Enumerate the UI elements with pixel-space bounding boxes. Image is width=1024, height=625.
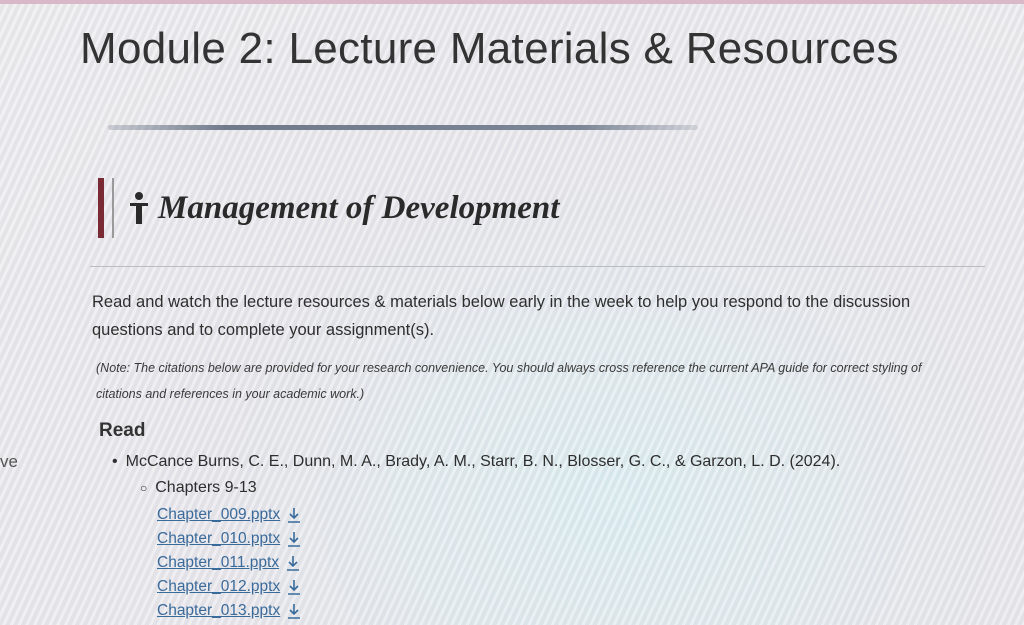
chapters-label: Chapters 9-13 — [155, 479, 257, 496]
file-list: Chapter_009.pptx Chapter_010.pptx Chapte… — [157, 503, 301, 623]
file-row: Chapter_011.pptx — [157, 551, 301, 575]
download-icon[interactable] — [287, 507, 301, 523]
section-header: Management of Development — [98, 178, 559, 238]
chapter-013-link[interactable]: Chapter_013.pptx — [157, 602, 280, 620]
chapter-009-link[interactable]: Chapter_009.pptx — [157, 506, 280, 524]
section-accent-bar — [98, 178, 114, 238]
title-divider — [108, 125, 698, 130]
clipped-sidebar-text: ve — [0, 452, 18, 471]
chapter-011-link[interactable]: Chapter_011.pptx — [157, 554, 279, 572]
file-row: Chapter_010.pptx — [157, 527, 301, 551]
download-icon[interactable] — [287, 603, 301, 619]
chapter-012-link[interactable]: Chapter_012.pptx — [157, 578, 280, 596]
page-title: Module 2: Lecture Materials & Resources — [80, 24, 899, 73]
file-row: Chapter_013.pptx — [157, 599, 301, 623]
download-icon[interactable] — [287, 531, 301, 547]
person-icon — [130, 192, 148, 224]
download-icon[interactable] — [287, 579, 301, 595]
top-edge-strip — [0, 0, 1024, 4]
reference-text: McCance Burns, C. E., Dunn, M. A., Brady… — [125, 453, 841, 470]
file-row: Chapter_009.pptx — [157, 503, 301, 527]
read-heading: Read — [99, 420, 146, 441]
hollow-bullet-icon: ○ — [140, 481, 148, 495]
chapters-list-item: ○ Chapters 9-13 — [140, 479, 257, 497]
file-row: Chapter_012.pptx — [157, 575, 301, 599]
intro-text: Read and watch the lecture resources & m… — [92, 293, 911, 339]
section-divider — [90, 266, 985, 267]
section-title: Management of Development — [158, 189, 560, 226]
bullet-icon: • — [112, 453, 118, 470]
reference-list-item: • McCance Burns, C. E., Dunn, M. A., Bra… — [112, 453, 840, 471]
chapter-010-link[interactable]: Chapter_010.pptx — [157, 530, 280, 548]
citation-note: (Note: The citations below are provided … — [96, 361, 922, 401]
download-icon[interactable] — [286, 555, 300, 571]
